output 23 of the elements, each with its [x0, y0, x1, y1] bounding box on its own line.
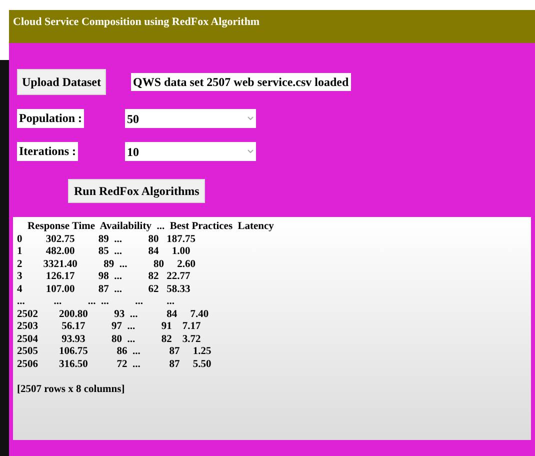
output-line: 2 3321.40 89 ... 80 2.60 — [17, 258, 196, 271]
upload-button[interactable]: Upload Dataset — [17, 69, 106, 95]
output-line: Response Time Availability ... Best Practices Latency — [26, 221, 275, 234]
output-line: 4 107.00 87 ... 62 58.33 — [17, 284, 192, 296]
output-line: 0 302.75 89 ... 80 187.75 — [17, 234, 196, 246]
field-label: Iterations : — [17, 142, 78, 161]
output-line: 2504 93.93 80 ... 82 3.72 — [17, 334, 202, 346]
output-line: ... ... ... ... ... ... — [17, 296, 176, 308]
output-line: [2507 rows x 8 columns] — [17, 384, 126, 396]
output-line: 2505 106.75 86 ... 87 1.25 — [17, 346, 212, 358]
output-line: 3 126.17 98 ... 82 22.77 — [17, 271, 192, 284]
run-button[interactable]: Run RedFox Algorithms — [68, 179, 206, 203]
field-label: Population : — [17, 109, 84, 128]
output-line: 2502 200.80 93 ... 84 7.40 — [17, 308, 210, 321]
dropdown-field[interactable]: 10 — [125, 142, 256, 161]
chevron-icon — [247, 116, 254, 121]
window-title: Cloud Service Composition using RedFox Algorithm — [13, 15, 260, 30]
chevron-icon — [247, 149, 254, 154]
output-line: 2503 56.17 97 ... 91 7.17 — [17, 321, 202, 334]
output-line: 2506 316.50 72 ... 87 5.50 — [17, 358, 212, 371]
output-line: 1 482.00 85 ... 84 1.00 — [17, 246, 192, 258]
dropdown-field[interactable]: 50 — [125, 109, 256, 128]
status-label: QWS data set 2507 web service.csv loaded — [131, 73, 351, 91]
